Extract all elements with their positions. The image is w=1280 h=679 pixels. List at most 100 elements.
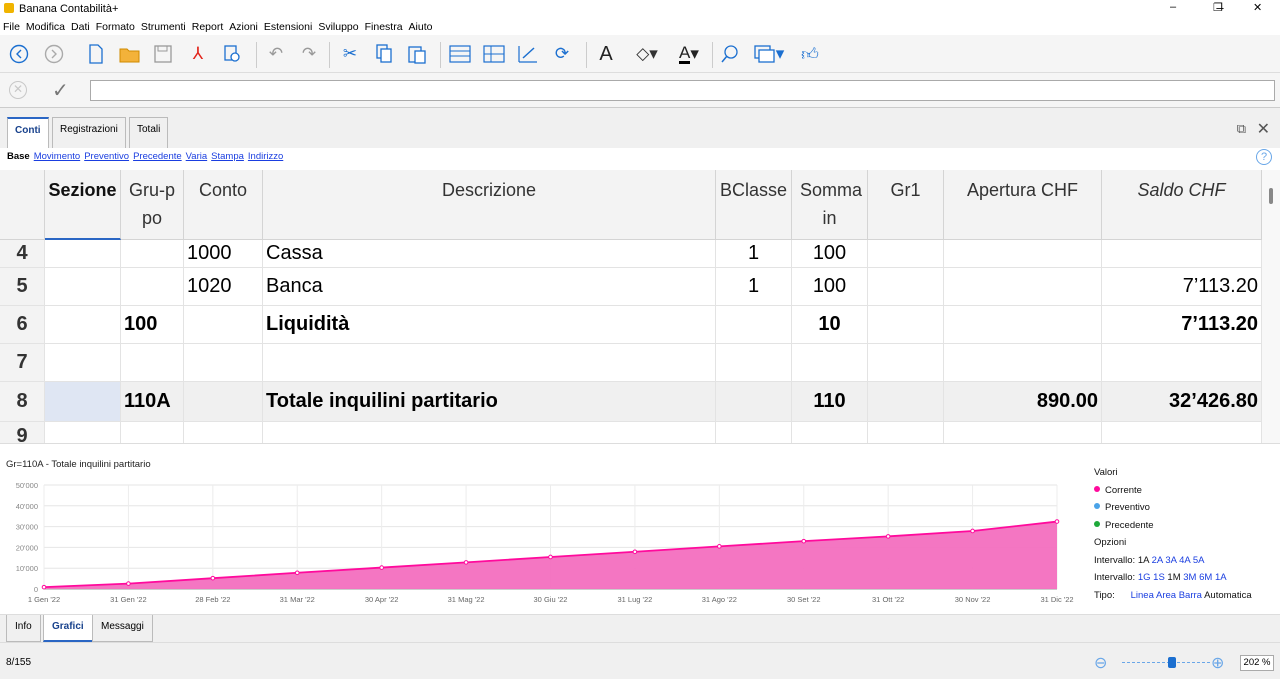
view-precedente[interactable]: Precedente <box>133 151 182 162</box>
data-point[interactable] <box>463 560 469 565</box>
redo-icon[interactable]: ↷ <box>297 43 321 65</box>
cell-conto[interactable]: 1020 <box>184 268 263 305</box>
cell-descrizione[interactable]: Totale inquilini partitario <box>263 382 716 421</box>
view-varia[interactable]: Varia <box>186 151 207 162</box>
help-icon[interactable]: ? <box>1256 149 1272 165</box>
data-point[interactable] <box>801 538 807 544</box>
cell-bclasse[interactable] <box>716 344 792 381</box>
data-point[interactable] <box>41 584 47 590</box>
data-point[interactable] <box>126 581 131 586</box>
table-row[interactable]: 7 <box>0 344 1262 382</box>
cell-somma-in[interactable]: 100 <box>792 268 868 305</box>
zoom-out-icon[interactable]: ⊖ <box>1094 653 1107 673</box>
table-row[interactable]: 5 1020 Banca 1 100 7’113.20 <box>0 268 1262 306</box>
close-window-button[interactable]: ✕ <box>1253 1 1262 14</box>
data-point[interactable] <box>294 570 300 576</box>
cell-apertura[interactable] <box>944 240 1102 267</box>
cell-sezione[interactable] <box>45 344 121 381</box>
cell-descrizione[interactable] <box>263 344 716 381</box>
cell-saldo[interactable]: 32’426.80 <box>1102 382 1262 421</box>
cell-bclasse[interactable]: 1 <box>716 268 792 305</box>
zoom-slider[interactable] <box>1122 662 1210 663</box>
view-stampa[interactable]: Stampa <box>211 151 244 162</box>
cell-somma-in[interactable]: 100 <box>792 240 868 267</box>
cell-apertura[interactable] <box>944 268 1102 305</box>
view-movimento[interactable]: Movimento <box>34 151 80 162</box>
cell-gr1[interactable] <box>868 268 944 305</box>
cell-somma-in[interactable] <box>792 344 868 381</box>
paste-icon[interactable] <box>405 43 429 65</box>
table-row[interactable]: 8 110A Totale inquilini partitario 110 890.0… <box>0 382 1262 422</box>
menu-azioni[interactable]: Azioni <box>226 18 261 33</box>
cell-gr1[interactable] <box>868 382 944 421</box>
maximize-button[interactable]: ❐ <box>1213 1 1223 14</box>
cell-bclasse[interactable] <box>716 382 792 421</box>
menu-dati[interactable]: Dati <box>68 18 93 33</box>
search-icon[interactable] <box>718 43 742 65</box>
text-color-icon[interactable]: A ▾ <box>672 43 706 65</box>
undo-icon[interactable]: ↶ <box>264 43 288 65</box>
cell-gruppo[interactable] <box>121 240 184 267</box>
menu-formato[interactable]: Formato <box>93 18 138 33</box>
pdf-icon[interactable]: ⅄ <box>186 43 210 65</box>
thumbs-up-icon[interactable]: 👍︎ <box>798 43 822 65</box>
cell-apertura[interactable]: 890.00 <box>944 382 1102 421</box>
menu-aiuto[interactable]: Aiuto <box>406 18 436 33</box>
tab-registrazioni[interactable]: Registrazioni <box>52 117 126 149</box>
zoom-in-icon[interactable]: ⊕ <box>1211 653 1224 673</box>
legend-item-preventivo[interactable]: Preventivo <box>1094 499 1252 517</box>
cell-gr1[interactable] <box>868 240 944 267</box>
tab-grafici[interactable]: Grafici <box>43 615 93 642</box>
cell-conto[interactable] <box>184 382 263 421</box>
recheck-icon[interactable]: ⟳ <box>550 43 574 65</box>
cell-descrizione[interactable] <box>263 422 716 443</box>
menu-estensioni[interactable]: Estensioni <box>261 18 315 33</box>
cell-apertura[interactable] <box>944 344 1102 381</box>
copy-icon[interactable] <box>372 43 396 65</box>
menu-report[interactable]: Report <box>189 18 227 33</box>
cell-somma-in[interactable] <box>792 422 868 443</box>
tab-messaggi[interactable]: Messaggi <box>92 615 153 642</box>
cell-conto[interactable]: 1000 <box>184 240 263 267</box>
restore-panel-icon[interactable]: ⧉ <box>1237 121 1246 137</box>
edit-icon[interactable] <box>516 43 540 65</box>
cell-sezione[interactable] <box>45 382 121 421</box>
cell-gr1[interactable] <box>868 422 944 443</box>
cell-saldo[interactable] <box>1102 240 1262 267</box>
cell-conto[interactable] <box>184 306 263 343</box>
cell-gruppo[interactable]: 110A <box>121 382 184 421</box>
col-header-gr1[interactable]: Gr1 <box>868 170 944 240</box>
open-folder-icon[interactable] <box>118 43 142 65</box>
windows-icon[interactable]: ▾ <box>752 43 786 65</box>
cell-saldo[interactable]: 7’113.20 <box>1102 268 1262 305</box>
cell-sezione[interactable] <box>45 422 121 443</box>
cell-descrizione[interactable]: Banca <box>263 268 716 305</box>
new-file-icon[interactable] <box>84 43 108 65</box>
menu-sviluppo[interactable]: Sviluppo <box>315 18 361 33</box>
save-icon[interactable] <box>151 43 175 65</box>
fill-color-icon[interactable]: ◇▾ <box>630 43 664 65</box>
cancel-edit-icon[interactable]: ✕ <box>9 81 27 99</box>
tab-conti[interactable]: Conti <box>7 117 49 150</box>
data-point[interactable] <box>1054 519 1060 524</box>
col-header-somma-in[interactable]: Somma in <box>792 170 868 240</box>
col-header-gruppo[interactable]: Gru-ppo <box>121 170 184 240</box>
table-row[interactable]: 9 <box>0 422 1262 443</box>
data-point[interactable] <box>632 549 638 555</box>
col-header-sezione[interactable]: Sezione <box>45 170 121 240</box>
minimize-button[interactable]: – <box>1170 1 1176 13</box>
col-header-descrizione[interactable]: Descrizione <box>263 170 716 240</box>
cell-gruppo[interactable] <box>121 344 184 381</box>
confirm-edit-icon[interactable]: ✓ <box>52 78 69 103</box>
cell-gr1[interactable] <box>868 306 944 343</box>
view-base[interactable]: Base <box>7 151 30 162</box>
data-point[interactable] <box>210 575 216 581</box>
menu-finestra[interactable]: Finestra <box>362 18 406 33</box>
cell-apertura[interactable] <box>944 422 1102 443</box>
cell-apertura[interactable] <box>944 306 1102 343</box>
cell-gruppo[interactable] <box>121 422 184 443</box>
cell-sezione[interactable] <box>45 240 121 267</box>
tab-info[interactable]: Info <box>6 615 41 642</box>
cut-icon[interactable]: ✂ <box>338 43 362 65</box>
insert-row-icon[interactable] <box>482 43 506 65</box>
